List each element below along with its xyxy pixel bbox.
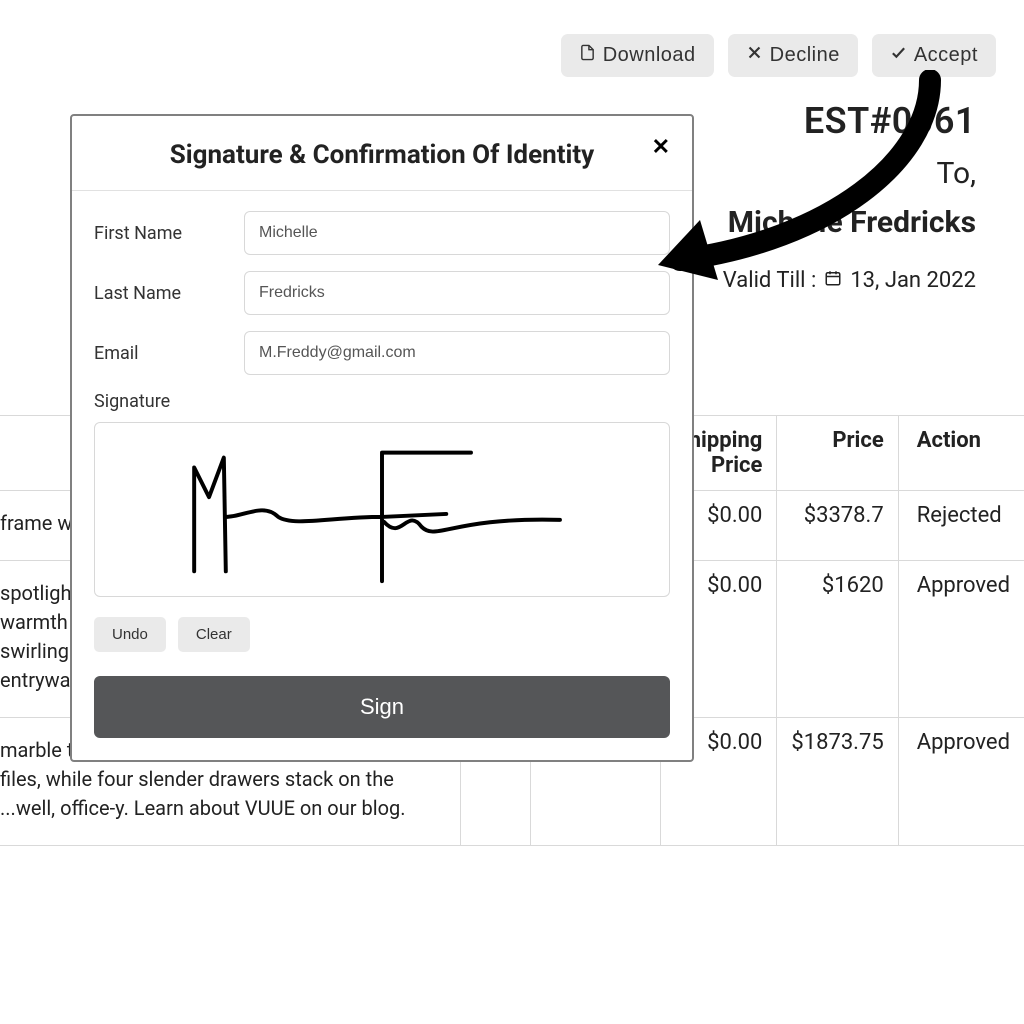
download-button[interactable]: Download [561,34,714,77]
signature-drawing [95,423,669,596]
col-price: Price [777,416,898,491]
signature-modal: Signature & Confirmation Of Identity ✕ F… [70,114,694,762]
decline-button[interactable]: Decline [728,34,858,77]
first-name-label: First Name [94,223,244,244]
to-label: To, [723,156,976,191]
check-icon [890,44,907,67]
action-toolbar: Download Decline Accept [561,34,996,77]
valid-till-date: 13, Jan 2022 [850,268,976,293]
customer-name: Michelle Fredricks [723,205,976,240]
sign-button[interactable]: Sign [94,676,670,738]
modal-header: Signature & Confirmation Of Identity ✕ [72,116,692,191]
signature-actions: Undo Clear [94,617,670,652]
accept-button[interactable]: Accept [872,34,996,77]
modal-close-button[interactable]: ✕ [652,134,670,160]
estimate-number: EST#0061 [723,100,976,142]
item-price: $3378.7 [777,491,898,561]
item-action: Approved [898,718,1024,846]
accept-label: Accept [914,44,978,67]
item-action: Approved [898,561,1024,718]
email-row: Email [94,331,670,375]
valid-till: Valid Till : 13, Jan 2022 [723,268,976,293]
close-icon [746,44,763,67]
item-action: Rejected [898,491,1024,561]
modal-title: Signature & Confirmation Of Identity [94,140,670,170]
calendar-icon [824,268,842,293]
valid-till-label: Valid Till : [723,268,817,293]
email-label: Email [94,343,244,364]
last-name-label: Last Name [94,283,244,304]
item-price: $1620 [777,561,898,718]
email-input[interactable] [244,331,670,375]
signature-pad[interactable] [94,422,670,597]
clear-button[interactable]: Clear [178,617,250,652]
decline-label: Decline [770,44,840,67]
signature-label: Signature [94,391,670,412]
item-price: $1873.75 [777,718,898,846]
last-name-row: Last Name [94,271,670,315]
estimate-header: EST#0061 To, Michelle Fredricks Valid Ti… [723,100,976,293]
download-icon [579,44,596,67]
undo-button[interactable]: Undo [94,617,166,652]
first-name-row: First Name [94,211,670,255]
modal-body: First Name Last Name Email Signature Und… [72,191,692,760]
last-name-input[interactable] [244,271,670,315]
download-label: Download [603,44,696,67]
col-action: Action [898,416,1024,491]
first-name-input[interactable] [244,211,670,255]
